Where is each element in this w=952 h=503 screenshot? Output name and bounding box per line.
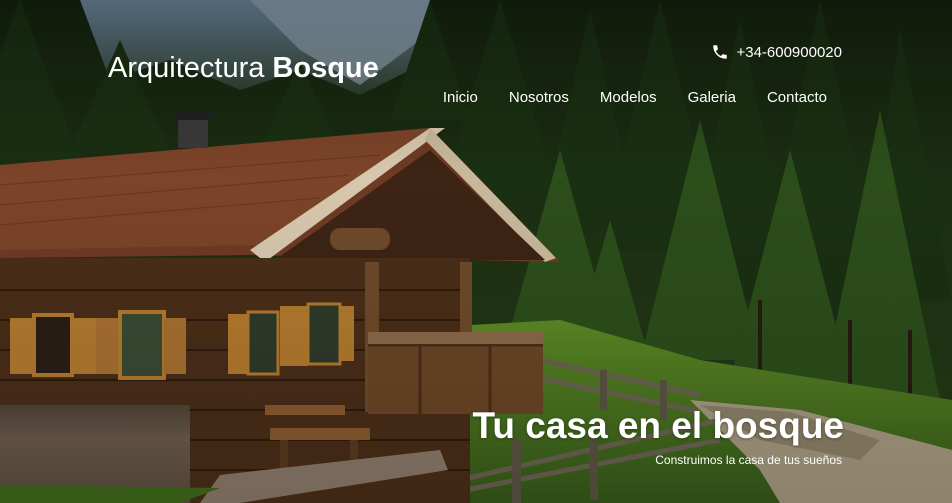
nav-item-modelos[interactable]: Modelos (600, 88, 657, 108)
site-logo[interactable]: Arquitectura Bosque (108, 51, 379, 85)
main-nav: Inicio Nosotros Modelos Galeria Contacto (443, 88, 827, 108)
hero-subtitle: Construimos la casa de tus sueños (655, 453, 842, 467)
phone-number: +34-600900020 (736, 43, 842, 61)
nav-item-inicio[interactable]: Inicio (443, 88, 478, 108)
hero-title: Tu casa en el bosque (472, 405, 844, 446)
nav-item-nosotros[interactable]: Nosotros (509, 88, 569, 108)
phone-icon (711, 43, 729, 61)
nav-item-galeria[interactable]: Galeria (688, 88, 736, 108)
logo-text-bold: Bosque (272, 52, 379, 84)
header-phone[interactable]: +34-600900020 (711, 42, 842, 62)
logo-text-light: Arquitectura (108, 52, 265, 84)
nav-item-contacto[interactable]: Contacto (767, 88, 827, 108)
